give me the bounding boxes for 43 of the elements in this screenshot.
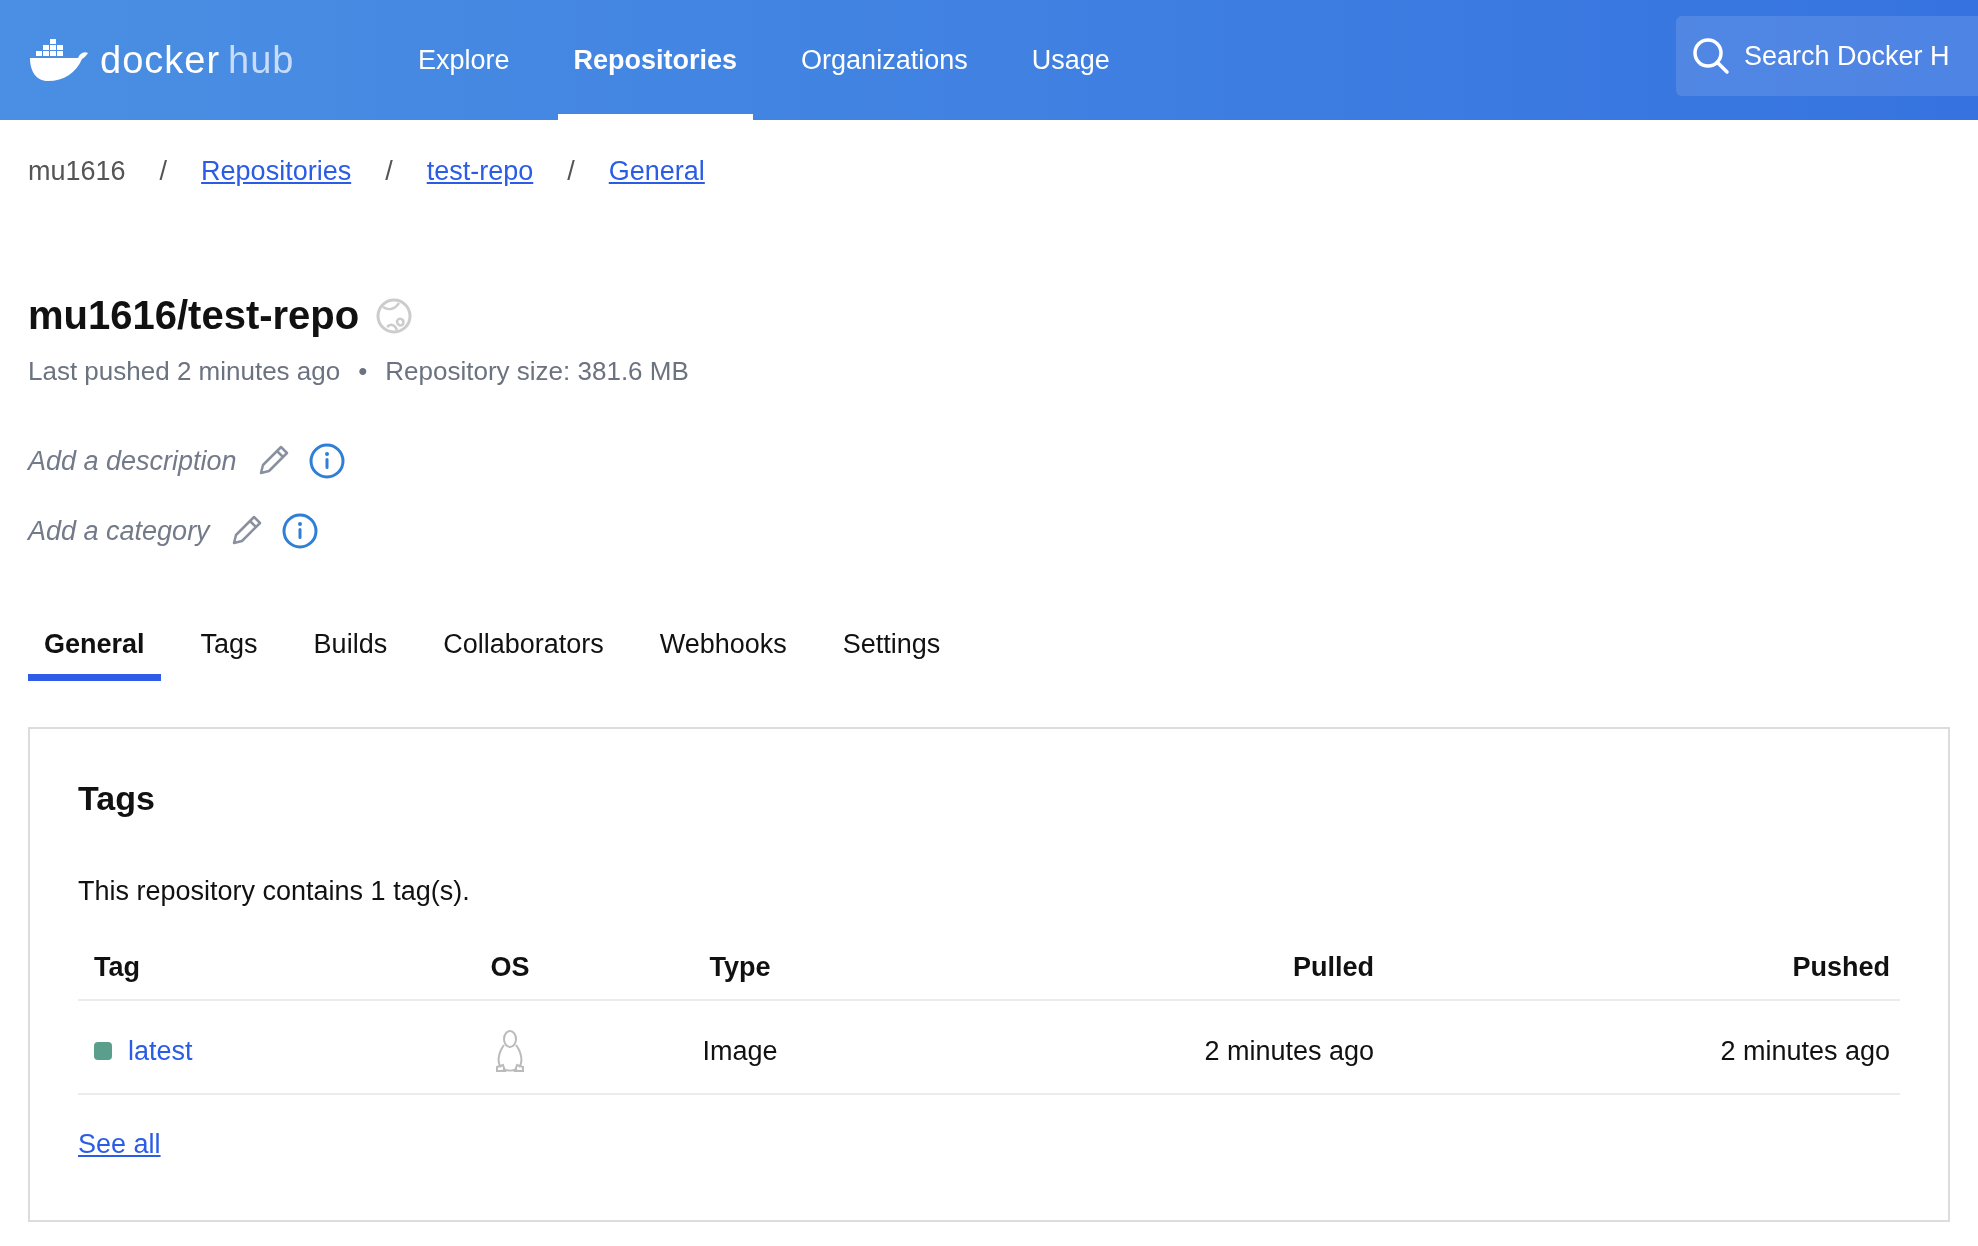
breadcrumb-separator: /: [159, 156, 168, 187]
logo-text: docker: [100, 38, 221, 82]
breadcrumb-separator: /: [385, 156, 393, 187]
nav-link[interactable]: Explore: [402, 0, 526, 120]
breadcrumb-separator: /: [567, 156, 575, 187]
tab[interactable]: Tags: [184, 629, 274, 681]
tab[interactable]: Settings: [826, 629, 957, 681]
separator-dot: •: [358, 356, 368, 387]
see-all-link[interactable]: See all: [78, 1129, 161, 1160]
nav-link[interactable]: Organizations: [785, 0, 984, 120]
category-placeholder[interactable]: Add a category: [28, 515, 210, 547]
description-placeholder[interactable]: Add a description: [28, 445, 237, 477]
card-title: Tags: [78, 779, 156, 818]
tab[interactable]: General: [28, 629, 161, 681]
repository-size-text: Repository size: 381.6 MB: [385, 356, 689, 387]
table-cell-text: 2 minutes ago: [1203, 1035, 1375, 1067]
column-header: Tag: [93, 951, 141, 983]
logo-text: hub: [228, 38, 295, 82]
info-icon[interactable]: [308, 443, 345, 479]
tab[interactable]: Collaborators: [427, 629, 620, 681]
repository-title: mu1616/test-repo: [28, 293, 360, 338]
breadcrumb-owner-name: mu1616: [28, 156, 126, 187]
nav-link[interactable]: Repositories: [557, 0, 754, 120]
breadcrumb-link[interactable]: General: [608, 156, 705, 187]
breadcrumb-link[interactable]: Repositories: [201, 156, 352, 187]
column-header: Pushed: [1791, 951, 1891, 983]
info-icon[interactable]: [281, 513, 318, 549]
table-cell-text: Image: [701, 1035, 779, 1067]
tab[interactable]: Webhooks: [643, 629, 803, 681]
breadcrumb-link[interactable]: test-repo: [426, 156, 534, 187]
penguin-icon: [493, 1029, 527, 1073]
column-header: Type: [708, 951, 772, 983]
search-icon: [1692, 37, 1730, 75]
globe-icon: [375, 296, 414, 335]
tag-link[interactable]: latest: [128, 1035, 193, 1067]
tab[interactable]: Builds: [297, 629, 404, 681]
last-pushed-text: Last pushed 2 minutes ago: [28, 356, 341, 387]
column-header: OS: [489, 951, 531, 983]
nav-link[interactable]: Usage: [1015, 0, 1126, 120]
search-field[interactable]: Search Docker H: [1676, 16, 1978, 96]
column-header: Pulled: [1292, 951, 1375, 983]
table-cell-text: 2 minutes ago: [1719, 1035, 1891, 1067]
tag-count-text: This repository contains 1 tag(s).: [78, 876, 471, 907]
